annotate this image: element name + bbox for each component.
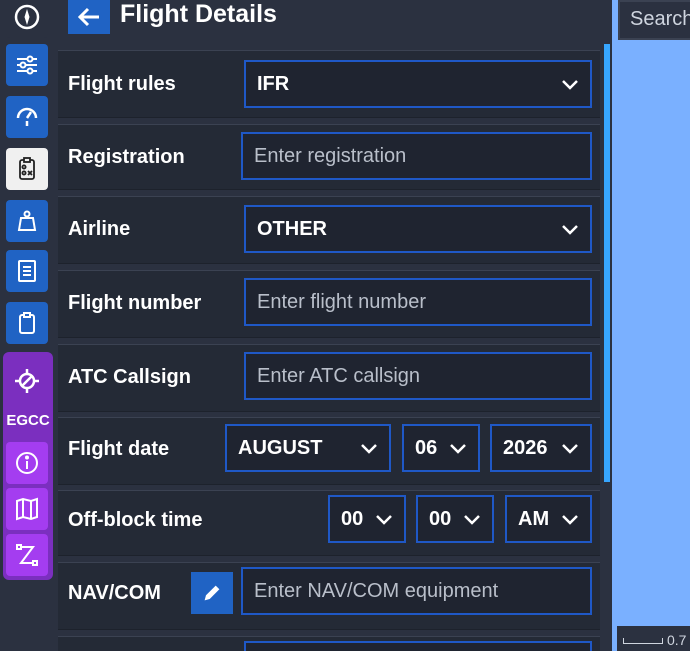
flight-number-row: Flight number Enter flight number: [58, 270, 600, 338]
info-icon[interactable]: [6, 442, 48, 484]
off-block-label: Off-block time: [68, 509, 203, 531]
chevron-down-icon: [562, 80, 578, 90]
atc-callsign-placeholder: Enter ATC callsign: [257, 364, 421, 387]
flight-number-placeholder: Enter flight number: [257, 290, 426, 313]
atc-callsign-input[interactable]: Enter ATC callsign: [244, 352, 592, 400]
sidebar: EGCC: [0, 0, 56, 651]
atc-callsign-row: ATC Callsign Enter ATC callsign: [58, 344, 600, 412]
map-search-placeholder: Search: [630, 8, 690, 30]
chevron-down-icon: [361, 444, 377, 454]
atc-callsign-label: ATC Callsign: [68, 366, 191, 388]
hour-select[interactable]: 00: [328, 495, 406, 543]
flight-number-input[interactable]: Enter flight number: [244, 278, 592, 326]
navcom-input[interactable]: Enter NAV/COM equipment: [241, 567, 592, 615]
off-block-row: Off-block time 00 00 AM: [58, 490, 600, 556]
chevron-down-icon: [562, 444, 578, 454]
document-icon[interactable]: [6, 250, 48, 292]
flight-rules-label: Flight rules: [68, 73, 176, 95]
back-button[interactable]: [68, 0, 110, 34]
flight-rules-select[interactable]: IFR: [244, 60, 592, 108]
day-select[interactable]: 06: [402, 424, 480, 472]
minute-value: 00: [429, 507, 452, 530]
day-value: 06: [415, 436, 438, 459]
map-icon[interactable]: [6, 488, 48, 530]
hour-value: 00: [341, 507, 364, 530]
registration-row: Registration Enter registration: [58, 124, 600, 190]
flight-date-row: Flight date AUGUST 06 2026: [58, 417, 600, 485]
navcom-label: NAV/COM: [68, 582, 161, 604]
registration-input[interactable]: Enter registration: [241, 132, 592, 180]
chevron-down-icon: [562, 225, 578, 235]
edit-navcom-button[interactable]: [191, 572, 233, 614]
arrow-left-icon: [77, 7, 99, 27]
map-search-input[interactable]: Search: [618, 0, 690, 40]
route-icon[interactable]: [6, 534, 48, 576]
chevron-down-icon: [464, 515, 480, 525]
flight-rules-row: Flight rules IFR: [58, 50, 600, 118]
airline-label: Airline: [68, 218, 131, 240]
year-value: 2026: [503, 436, 548, 459]
airport-icon[interactable]: [6, 360, 48, 402]
registration-label: Registration: [68, 146, 185, 168]
ampm-value: AM: [518, 507, 550, 530]
weight-icon[interactable]: [6, 200, 48, 242]
next-row: [58, 636, 600, 651]
scale-line: [623, 638, 663, 644]
next-field[interactable]: [244, 641, 592, 651]
chevron-down-icon: [450, 444, 466, 454]
navcom-row: NAV/COM Enter NAV/COM equipment: [58, 562, 600, 630]
flight-details-panel: Flight Details Flight rules IFR Registra…: [56, 0, 604, 651]
minute-select[interactable]: 00: [416, 495, 494, 543]
flight-rules-value: IFR: [257, 72, 290, 95]
flight-date-label: Flight date: [68, 438, 170, 460]
gauge-icon[interactable]: [6, 96, 48, 138]
page-title: Flight Details: [120, 0, 277, 28]
airline-value: OTHER: [257, 217, 327, 240]
flight-number-label: Flight number: [68, 292, 202, 314]
year-select[interactable]: 2026: [490, 424, 592, 472]
header: Flight Details: [56, 0, 604, 46]
airline-select[interactable]: OTHER: [244, 205, 592, 253]
clipboard-x-icon[interactable]: [6, 148, 48, 190]
chevron-down-icon: [562, 515, 578, 525]
registration-placeholder: Enter registration: [254, 144, 407, 167]
airline-row: Airline OTHER: [58, 196, 600, 264]
settings-sliders-icon[interactable]: [6, 44, 48, 86]
pencil-icon: [204, 585, 220, 601]
chevron-down-icon: [376, 515, 392, 525]
month-value: AUGUST: [238, 436, 323, 459]
compass-icon[interactable]: [6, 0, 48, 38]
ampm-select[interactable]: AM: [505, 495, 592, 543]
clipboard-icon[interactable]: [6, 302, 48, 344]
map-scale: 0.7: [617, 626, 690, 651]
navcom-placeholder: Enter NAV/COM equipment: [254, 579, 499, 602]
scale-label: 0.7: [667, 632, 687, 648]
map-area[interactable]: [610, 0, 690, 651]
airport-code: EGCC: [6, 412, 50, 429]
month-select[interactable]: AUGUST: [225, 424, 391, 472]
